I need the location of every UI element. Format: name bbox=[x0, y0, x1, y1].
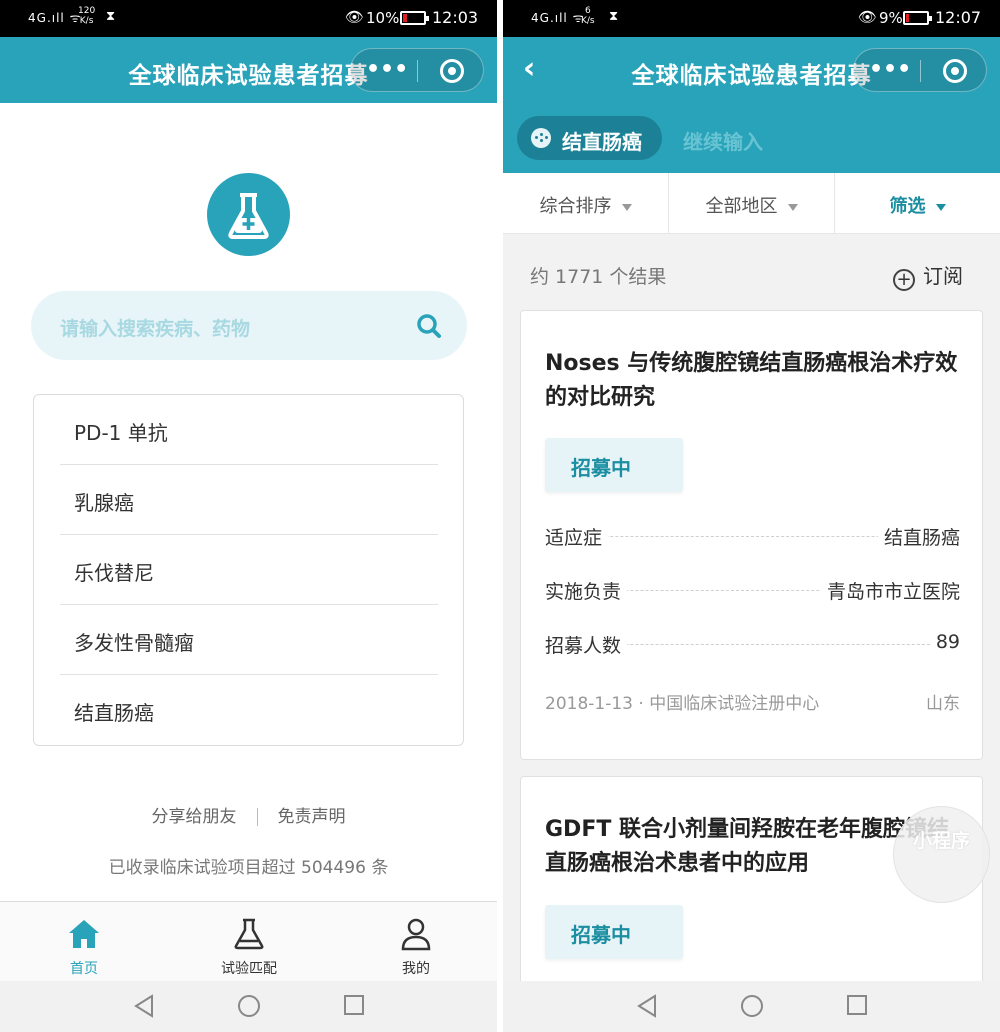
results-screen: 4G.ıll ᯤ 6 K/s ⧗ 👁 9% 12:07 ‹ 全球临床试验患者招募 … bbox=[503, 0, 1000, 1032]
miniapp-float-button[interactable]: 小程序 bbox=[893, 806, 990, 903]
nav-bar: 全球临床试验患者招募 ••• bbox=[0, 37, 497, 103]
status-bar: 4G.ıll ᯤ 120 K/s ⧗ 👁 10% 12:03 bbox=[0, 0, 497, 37]
trial-title: Noses 与传统腹腔镜结直肠癌根治术疗效的对比研究 bbox=[545, 351, 958, 410]
location: 山东 bbox=[926, 694, 960, 714]
flask-logo-icon bbox=[207, 173, 290, 256]
trial-meta: 2018-1-13 · 中国临床试验注册中心 山东 bbox=[545, 689, 960, 714]
status-badge: 招募中 bbox=[545, 905, 683, 959]
network-speed: 6 K/s bbox=[581, 6, 595, 26]
search-icon[interactable] bbox=[416, 313, 442, 343]
back-icon[interactable] bbox=[636, 994, 658, 1022]
caret-down-icon bbox=[787, 203, 798, 211]
hot-search-list: PD-1 单抗 乳腺癌 乐伐替尼 多发性骨髓瘤 结直肠癌 bbox=[33, 394, 464, 746]
system-nav-bar bbox=[0, 981, 497, 1032]
network-indicator: 4G.ıll ᯤ bbox=[531, 11, 585, 25]
search-placeholder: 请输入搜索疾病、药物 bbox=[60, 318, 251, 340]
date-source: 2018-1-13 · 中国临床试验注册中心 bbox=[545, 694, 820, 714]
miniapp-capsule: ••• bbox=[853, 48, 987, 92]
tag-icon bbox=[531, 128, 551, 148]
battery-percent: 9% bbox=[879, 9, 903, 27]
recents-icon[interactable] bbox=[846, 994, 868, 1020]
lead-row: 实施负责 青岛市市立医院 bbox=[545, 577, 960, 607]
tab-label: 试验匹配 bbox=[221, 961, 277, 977]
count-note: 已收录临床试验项目超过 504496 条 bbox=[108, 858, 389, 878]
subscribe-button[interactable]: + 订阅 bbox=[893, 260, 963, 291]
status-bar: 4G.ıll ᯤ 6 K/s ⧗ 👁 9% 12:07 bbox=[503, 0, 1000, 37]
region-dropdown[interactable]: 全部地区 bbox=[669, 173, 834, 234]
eye-icon: 👁 bbox=[345, 8, 365, 26]
list-item[interactable]: 结直肠癌 bbox=[60, 675, 438, 745]
footer-links: 分享给朋友 免责声明 bbox=[0, 802, 497, 827]
more-menu-icon[interactable]: ••• bbox=[869, 57, 911, 82]
miniapp-capsule: ••• bbox=[350, 48, 484, 92]
trial-card[interactable]: Noses 与传统腹腔镜结直肠癌根治术疗效的对比研究 招募中 适应症 结直肠癌 … bbox=[520, 310, 983, 760]
flask-icon bbox=[231, 916, 267, 952]
battery-icon bbox=[400, 11, 429, 25]
share-link[interactable]: 分享给朋友 bbox=[152, 807, 237, 827]
enroll-row: 招募人数 89 bbox=[545, 631, 960, 658]
indication-row: 适应症 结直肠癌 bbox=[545, 523, 960, 553]
tab-home[interactable]: 首页 bbox=[29, 902, 139, 982]
caret-down-icon bbox=[935, 203, 946, 211]
list-item[interactable]: 多发性骨髓瘤 bbox=[60, 605, 438, 675]
plus-circle-icon: + bbox=[893, 269, 915, 291]
list-item[interactable]: 乐伐替尼 bbox=[60, 535, 438, 605]
nav-bar: ‹ 全球临床试验患者招募 ••• bbox=[503, 37, 1000, 103]
more-menu-icon[interactable]: ••• bbox=[366, 57, 408, 82]
tab-label: 我的 bbox=[402, 961, 430, 977]
sort-dropdown[interactable]: 综合排序 bbox=[503, 173, 668, 234]
list-item[interactable]: 乳腺癌 bbox=[60, 465, 438, 535]
home-icon bbox=[66, 916, 102, 952]
filter-dropdown[interactable]: 筛选 bbox=[835, 173, 1000, 234]
search-input[interactable]: 请输入搜索疾病、药物 bbox=[31, 291, 467, 360]
back-icon[interactable] bbox=[133, 994, 155, 1022]
list-item[interactable]: PD-1 单抗 bbox=[60, 395, 438, 465]
system-nav-bar bbox=[503, 981, 1000, 1032]
tab-trial-match[interactable]: 试验匹配 bbox=[194, 902, 304, 982]
close-miniapp-icon[interactable] bbox=[943, 59, 967, 83]
tab-bar: 首页 试验匹配 我的 bbox=[0, 901, 497, 981]
network-indicator: 4G.ıll ᯤ bbox=[28, 11, 82, 25]
filter-bar: 综合排序 全部地区 筛选 bbox=[503, 173, 1000, 234]
clock: 12:07 bbox=[935, 8, 982, 27]
home-screen: 4G.ıll ᯤ 120 K/s ⧗ 👁 10% 12:03 全球临床试验患者招募… bbox=[0, 0, 497, 1032]
status-badge: 招募中 bbox=[545, 438, 683, 492]
alarm-icon: ⧗ bbox=[609, 9, 619, 24]
query-term: 结直肠癌 bbox=[562, 130, 642, 154]
alarm-icon: ⧗ bbox=[106, 9, 116, 24]
tab-label: 首页 bbox=[70, 961, 98, 977]
eye-icon: 👁 bbox=[858, 8, 878, 26]
disclaimer-link[interactable]: 免责声明 bbox=[278, 807, 346, 827]
clock: 12:03 bbox=[432, 8, 479, 27]
recents-icon[interactable] bbox=[343, 994, 365, 1020]
battery-percent: 10% bbox=[366, 9, 400, 27]
continue-input[interactable]: 继续输入 bbox=[683, 126, 763, 155]
person-icon bbox=[398, 916, 434, 952]
network-speed: 120 K/s bbox=[78, 6, 96, 26]
query-bar: 结直肠癌 继续输入 bbox=[503, 103, 1000, 173]
battery-icon bbox=[903, 11, 932, 25]
home-circle-icon[interactable] bbox=[237, 994, 261, 1022]
close-miniapp-icon[interactable] bbox=[440, 59, 464, 83]
query-tag[interactable]: 结直肠癌 bbox=[517, 116, 662, 160]
home-circle-icon[interactable] bbox=[740, 994, 764, 1022]
result-count: 约 1771 个结果 bbox=[530, 266, 667, 288]
tab-mine[interactable]: 我的 bbox=[361, 902, 471, 982]
caret-down-icon bbox=[621, 203, 632, 211]
